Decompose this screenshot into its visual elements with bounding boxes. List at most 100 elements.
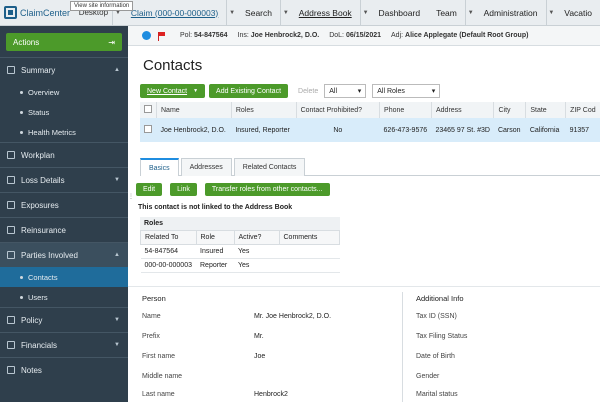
app-logo[interactable]: ClaimCenter bbox=[0, 6, 75, 19]
search-tab[interactable]: Search bbox=[237, 0, 280, 25]
app-name: ClaimCenter bbox=[20, 7, 71, 18]
filter-roles-select[interactable]: All Roles ▾ bbox=[372, 84, 441, 98]
field-label-last-name: Last name bbox=[142, 391, 175, 398]
additional-info-header: Additional Info bbox=[416, 294, 464, 303]
tab-addresses[interactable]: Addresses bbox=[180, 158, 232, 176]
search-menu-chevron-icon[interactable]: ▼ bbox=[279, 0, 291, 25]
sidebar-item-overview[interactable]: Overview bbox=[0, 82, 128, 102]
chevron-down-icon: ▼ bbox=[193, 88, 199, 94]
dashboard-tab[interactable]: Dashboard bbox=[370, 0, 428, 25]
link-button[interactable]: Link bbox=[170, 183, 197, 196]
sidebar-item-contacts[interactable]: Contacts bbox=[0, 267, 128, 287]
detail-tabs: Basics Addresses Related Contacts bbox=[140, 158, 600, 176]
bullet-icon bbox=[20, 90, 23, 94]
column-header-related-to[interactable]: Related To bbox=[140, 230, 197, 245]
column-divider bbox=[402, 292, 403, 402]
sidebar-item-notes[interactable]: Notes bbox=[0, 358, 128, 382]
sidebar-item-label: Status bbox=[28, 107, 50, 117]
financials-icon bbox=[7, 341, 15, 349]
column-header-role[interactable]: Role bbox=[195, 230, 235, 245]
new-contact-button[interactable]: New Contact ▼ bbox=[140, 84, 206, 98]
cell-role: Insured bbox=[196, 244, 234, 259]
column-header-roles[interactable]: Roles bbox=[231, 102, 297, 118]
row-checkbox[interactable] bbox=[140, 118, 157, 142]
tab-basics[interactable]: Basics bbox=[140, 158, 179, 176]
sidebar-item-parties-involved[interactable]: Parties Involved ▲ bbox=[0, 243, 128, 267]
tab-related-contacts[interactable]: Related Contacts bbox=[233, 158, 306, 176]
flag-icon[interactable] bbox=[158, 31, 166, 41]
table-row[interactable]: Joe Henbrock2, D.O. Insured, Reporter No… bbox=[140, 118, 600, 142]
column-header-phone[interactable]: Phone bbox=[379, 102, 432, 118]
column-header-contact-prohibited[interactable]: Contact Prohibited? bbox=[296, 102, 381, 118]
policy-icon bbox=[7, 316, 15, 324]
team-tab[interactable]: Team bbox=[428, 0, 465, 25]
sidebar-item-reinsurance[interactable]: Reinsurance bbox=[0, 218, 128, 242]
adjuster[interactable]: Adj: Alice Applegate (Default Root Group… bbox=[391, 32, 528, 39]
field-value-last-name: Henbrock2 bbox=[254, 391, 288, 398]
column-header-active[interactable]: Active? bbox=[233, 230, 280, 245]
sidebar-item-loss-details[interactable]: Loss Details ▼ bbox=[0, 168, 128, 192]
claim-menu-chevron-icon[interactable]: ▼ bbox=[226, 0, 237, 25]
actions-button[interactable]: Actions ⇥ bbox=[6, 33, 122, 51]
policy-number[interactable]: Pol: 54-847564 bbox=[180, 32, 228, 39]
delete-button[interactable]: Delete bbox=[298, 88, 318, 95]
team-menu-chevron-icon[interactable]: ▼ bbox=[464, 0, 476, 25]
chevron-down-icon: ▾ bbox=[357, 88, 362, 95]
column-header-city[interactable]: City bbox=[493, 102, 527, 118]
column-header-name[interactable]: Name bbox=[156, 102, 232, 118]
field-value-name: Mr. Joe Henbrock2, D.O. bbox=[254, 313, 332, 320]
chevron-down-icon: ▾ bbox=[431, 88, 436, 95]
cell-name[interactable]: Joe Henbrock2, D.O. bbox=[156, 118, 232, 142]
sidebar-item-status[interactable]: Status bbox=[0, 102, 128, 122]
claim-info-bar: Pol: 54-847564 Ins: Joe Henbrock2, D.O. … bbox=[128, 26, 600, 46]
filter-all-select[interactable]: All ▾ bbox=[324, 84, 367, 98]
detail-actions: Edit Link Transfer roles from other cont… bbox=[136, 183, 338, 196]
bullet-icon bbox=[20, 295, 23, 299]
column-header-address[interactable]: Address bbox=[431, 102, 495, 118]
sidebar-item-label: Policy bbox=[21, 315, 43, 325]
loss-details-icon bbox=[7, 176, 15, 184]
column-header-comments[interactable]: Comments bbox=[278, 230, 340, 245]
sidebar-item-health-metrics[interactable]: Health Metrics bbox=[0, 122, 128, 142]
address-book-menu-chevron-icon[interactable]: ▼ bbox=[359, 0, 371, 25]
field-label-marital-status: Marital status bbox=[416, 391, 458, 398]
chevron-down-icon: ▼ bbox=[114, 317, 120, 323]
panel-resize-handle[interactable]: ⋮ bbox=[128, 166, 134, 226]
cell-related-to: 000-00-000003 bbox=[140, 258, 196, 273]
sidebar-item-exposures[interactable]: Exposures bbox=[0, 193, 128, 217]
sidebar-item-users[interactable]: Users bbox=[0, 287, 128, 307]
transfer-roles-button[interactable]: Transfer roles from other contacts... bbox=[204, 183, 330, 196]
add-existing-contact-button[interactable]: Add Existing Contact bbox=[209, 84, 289, 98]
table-row[interactable]: 54-847564 Insured Yes bbox=[140, 244, 340, 259]
sidebar-item-summary[interactable]: Summary ▲ bbox=[0, 58, 128, 82]
sidebar-item-workplan[interactable]: Workplan bbox=[0, 143, 128, 167]
edit-button[interactable]: Edit bbox=[136, 183, 163, 196]
column-header-zip[interactable]: ZIP Cod bbox=[565, 102, 600, 118]
roles-header: Roles bbox=[140, 217, 340, 230]
cell-phone: 626-473-9576 bbox=[379, 118, 432, 142]
insured-name[interactable]: Ins: Joe Henbrock2, D.O. bbox=[238, 32, 320, 39]
claim-status-icon bbox=[142, 31, 151, 40]
table-row[interactable]: 000-00-000003 Reporter Yes bbox=[140, 258, 340, 273]
administration-menu-chevron-icon[interactable]: ▼ bbox=[545, 0, 557, 25]
administration-tab[interactable]: Administration bbox=[476, 0, 546, 25]
vacation-tab[interactable]: Vacatio bbox=[556, 0, 600, 25]
claim-tab[interactable]: Claim (000-00-000003) bbox=[123, 0, 226, 25]
select-all-checkbox[interactable] bbox=[140, 102, 157, 118]
address-book-notice: This contact is not linked to the Addres… bbox=[138, 204, 293, 211]
column-header-state[interactable]: State bbox=[525, 102, 567, 118]
sidebar-item-label: Workplan bbox=[21, 150, 55, 160]
sidebar: Actions ⇥ Summary ▲ Overview Status Healt… bbox=[0, 26, 128, 402]
reinsurance-icon bbox=[7, 226, 15, 234]
field-label-middle-name: Middle name bbox=[142, 373, 183, 380]
sidebar-item-policy[interactable]: Policy ▼ bbox=[0, 308, 128, 332]
cell-active: Yes bbox=[234, 244, 279, 259]
cell-roles: Insured, Reporter bbox=[231, 118, 297, 142]
cell-active: Yes bbox=[234, 258, 279, 273]
address-book-tab[interactable]: Address Book bbox=[291, 0, 360, 25]
sidebar-item-financials[interactable]: Financials ▼ bbox=[0, 333, 128, 357]
actions-label: Actions bbox=[13, 37, 40, 47]
cell-related-to: 54-847564 bbox=[140, 244, 196, 259]
chevron-up-icon: ▲ bbox=[114, 67, 120, 73]
field-label-gender: Gender bbox=[416, 373, 440, 380]
